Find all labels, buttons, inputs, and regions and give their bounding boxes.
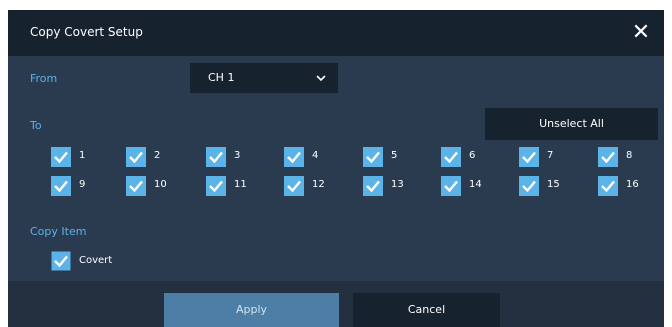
checkbox-checked-icon: [284, 176, 304, 196]
copy-covert-setup-dialog: Copy Covert Setup ✕ From CH 1 To Unselec…: [8, 10, 664, 327]
checkbox-checked-icon: [284, 147, 304, 167]
from-label: From: [30, 72, 58, 85]
channel-checkbox[interactable]: 11: [206, 176, 266, 196]
channel-checkbox[interactable]: 16: [598, 176, 658, 196]
channel-number-label: 8: [626, 150, 633, 161]
apply-button[interactable]: Apply: [164, 293, 339, 327]
channel-checkbox[interactable]: 5: [363, 147, 423, 167]
channel-number-label: 11: [234, 179, 247, 190]
channel-checkbox[interactable]: 4: [284, 147, 344, 167]
channel-checkbox[interactable]: 13: [363, 176, 423, 196]
channel-checkbox[interactable]: 8: [598, 147, 658, 167]
channel-checkbox[interactable]: 1: [51, 147, 111, 167]
dialog-titlebar: Copy Covert Setup ✕: [8, 10, 664, 56]
channel-number-label: 5: [391, 150, 398, 161]
channel-number-label: 10: [154, 179, 167, 190]
channel-checkbox[interactable]: 3: [206, 147, 266, 167]
checkbox-checked-icon: [206, 147, 226, 167]
checkbox-checked-icon: [441, 176, 461, 196]
channel-checkbox[interactable]: 7: [519, 147, 579, 167]
channel-checkbox[interactable]: 14: [441, 176, 501, 196]
channel-number-label: 3: [234, 150, 241, 161]
channel-checkbox[interactable]: 9: [51, 176, 111, 196]
dialog-button-bar: Apply Cancel: [8, 281, 664, 327]
dialog-title: Copy Covert Setup: [30, 25, 143, 39]
checkbox-checked-icon: [598, 147, 618, 167]
checkbox-checked-icon: [598, 176, 618, 196]
channel-number-label: 4: [312, 150, 319, 161]
checkbox-checked-icon: [51, 251, 71, 271]
channel-number-label: 14: [469, 179, 482, 190]
checkbox-checked-icon: [363, 147, 383, 167]
covert-label: Covert: [79, 255, 113, 266]
channel-number-label: 2: [154, 150, 161, 161]
channel-number-label: 15: [547, 179, 560, 190]
checkbox-checked-icon: [363, 176, 383, 196]
checkbox-checked-icon: [126, 176, 146, 196]
from-channel-value: CH 1: [208, 71, 235, 84]
channel-number-label: 12: [312, 179, 325, 190]
channel-checkbox[interactable]: 6: [441, 147, 501, 167]
channel-checkbox[interactable]: 2: [126, 147, 186, 167]
chevron-down-icon: [316, 75, 326, 82]
channel-number-label: 1: [79, 150, 86, 161]
channel-checkbox[interactable]: 10: [126, 176, 186, 196]
checkbox-checked-icon: [519, 176, 539, 196]
checkbox-checked-icon: [126, 147, 146, 167]
checkbox-checked-icon: [441, 147, 461, 167]
cancel-button[interactable]: Cancel: [353, 293, 500, 327]
channel-checkbox[interactable]: 15: [519, 176, 579, 196]
from-channel-select[interactable]: CH 1: [190, 63, 338, 93]
checkbox-checked-icon: [519, 147, 539, 167]
checkbox-checked-icon: [51, 147, 71, 167]
unselect-all-button[interactable]: Unselect All: [485, 108, 658, 140]
to-label: To: [30, 119, 42, 132]
covert-checkbox[interactable]: Covert: [51, 251, 141, 271]
checkbox-checked-icon: [51, 176, 71, 196]
channel-number-label: 7: [547, 150, 554, 161]
copy-item-label: Copy Item: [30, 225, 87, 238]
channel-number-label: 16: [626, 179, 639, 190]
close-icon[interactable]: ✕: [628, 20, 654, 46]
channel-checkbox[interactable]: 12: [284, 176, 344, 196]
checkbox-checked-icon: [206, 176, 226, 196]
channel-number-label: 13: [391, 179, 404, 190]
channel-number-label: 9: [79, 179, 86, 190]
channel-number-label: 6: [469, 150, 476, 161]
